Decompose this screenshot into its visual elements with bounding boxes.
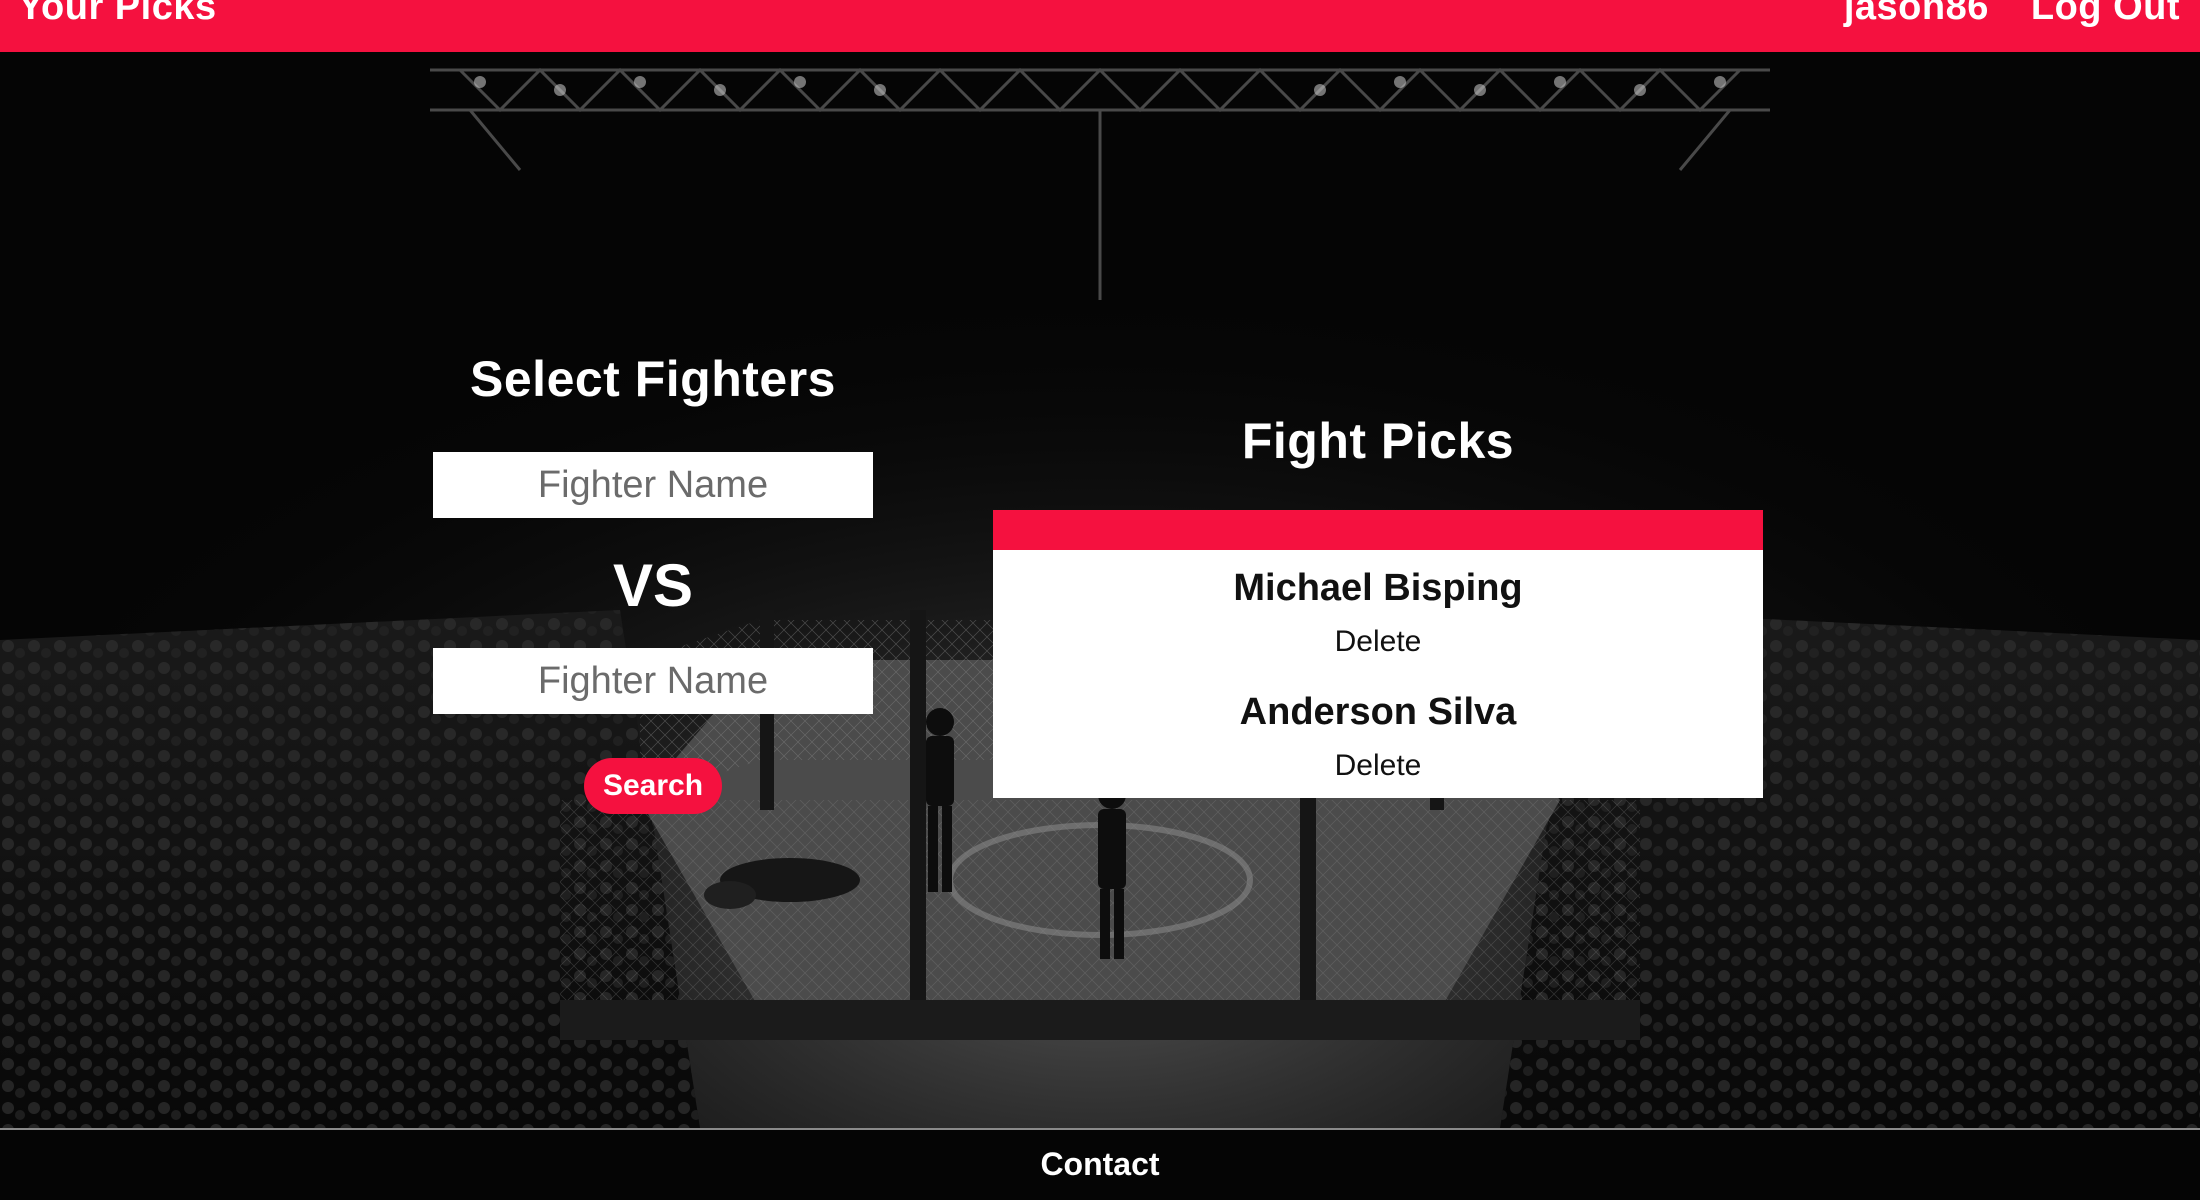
pick-item: Anderson Silva Delete — [993, 674, 1763, 798]
username-link[interactable]: jason86 — [1844, 0, 1989, 29]
picks-card: Michael Bisping Delete Anderson Silva De… — [993, 510, 1763, 798]
select-fighters-title: Select Fighters — [470, 351, 836, 407]
delete-pick-button[interactable]: Delete — [993, 740, 1763, 798]
picks-card-header — [993, 510, 1763, 550]
fighter-2-input[interactable] — [433, 648, 873, 714]
pick-fighter-name: Michael Bisping — [1233, 567, 1523, 609]
search-button[interactable]: Search — [584, 758, 722, 814]
page: Your Picks jason86 Log Out Select Fighte… — [0, 0, 2200, 1200]
footer: Contact — [0, 1128, 2200, 1200]
select-fighters-panel: Select Fighters VS Search — [433, 350, 873, 814]
brand-link[interactable]: Your Picks — [18, 0, 217, 29]
top-nav-bar: Your Picks jason86 Log Out — [0, 0, 2200, 52]
fighter-1-input[interactable] — [433, 452, 873, 518]
fight-picks-title: Fight Picks — [1241, 413, 1515, 469]
nav-right-group: jason86 Log Out — [1844, 0, 2180, 29]
logout-link[interactable]: Log Out — [2031, 0, 2180, 29]
pick-fighter-name: Anderson Silva — [1239, 691, 1517, 733]
delete-pick-button[interactable]: Delete — [993, 616, 1763, 674]
pick-item: Michael Bisping Delete — [993, 550, 1763, 674]
contact-link[interactable]: Contact — [0, 1146, 2200, 1183]
vs-label: VS — [612, 552, 694, 619]
fight-picks-panel: Fight Picks Michael Bisping Delete Ander… — [993, 412, 1763, 798]
